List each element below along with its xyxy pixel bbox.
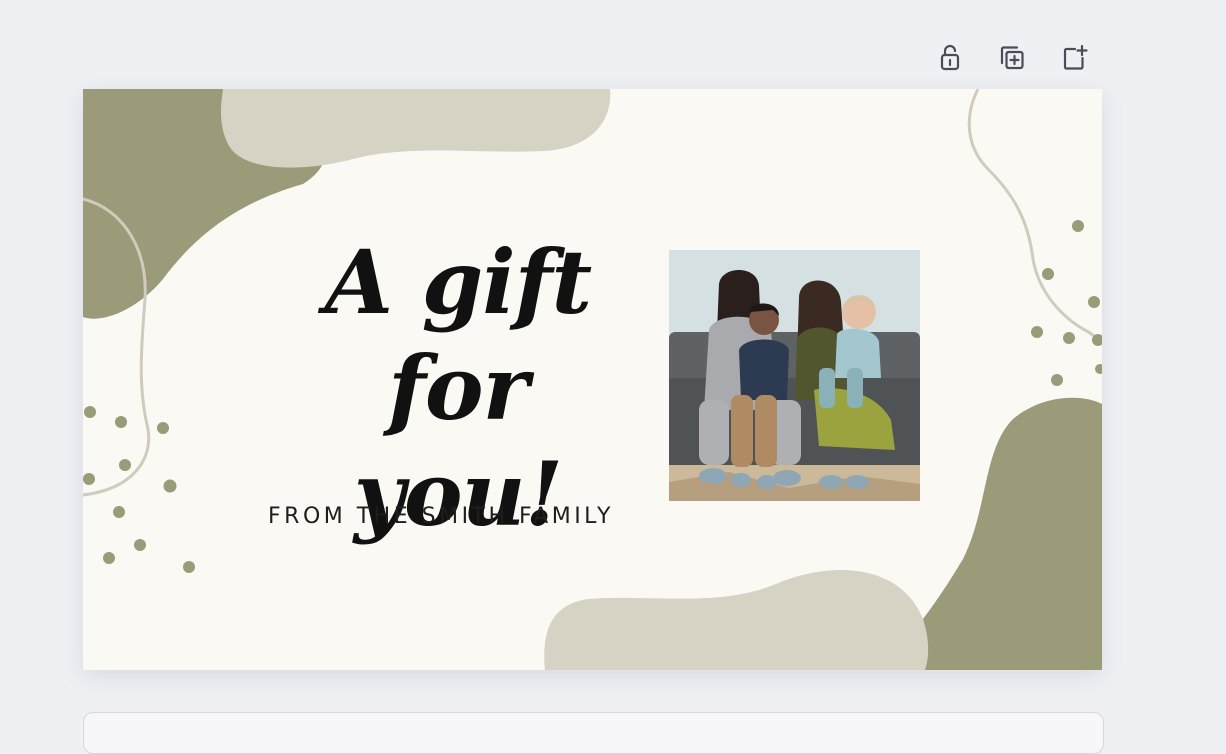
next-page-panel[interactable] [83, 712, 1104, 754]
right-curved-line [967, 89, 1102, 345]
unlock-button[interactable] [930, 38, 970, 78]
right-dots [1031, 220, 1102, 386]
unlock-icon [940, 44, 960, 71]
add-page-icon [1063, 44, 1088, 70]
card-headline[interactable]: A gift for you! [293, 229, 623, 547]
canvas-toolbar [930, 38, 1094, 78]
gift-card-design[interactable]: A gift for you! FROM THE SMITH FAMILY [83, 89, 1102, 670]
duplicate-icon [1000, 46, 1024, 70]
add-page-button[interactable] [1054, 38, 1094, 78]
left-dots [83, 406, 195, 573]
duplicate-button[interactable] [992, 38, 1032, 78]
sand-blob-top [220, 89, 611, 168]
family-photo[interactable] [669, 250, 920, 501]
sand-blob-bottom [544, 569, 929, 670]
card-from-text[interactable]: FROM THE SMITH FAMILY [253, 504, 629, 529]
family-photo-illustration [669, 250, 920, 501]
